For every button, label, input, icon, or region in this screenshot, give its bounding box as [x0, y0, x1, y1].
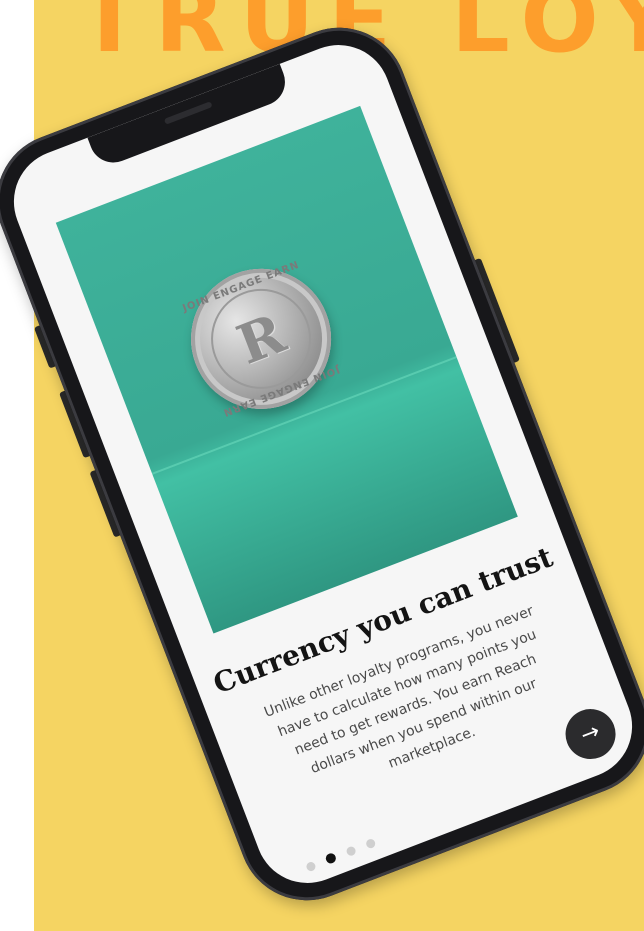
- arrow-right-icon: →: [577, 718, 604, 749]
- coin-icon: JOIN ENGAGE EARN R JOIN ENGAGE EARN: [170, 248, 352, 430]
- page: TRUE LOY JOIN ENGAGE EARN R JOIN ENGAGE …: [0, 0, 644, 931]
- pager-dot[interactable]: [364, 837, 377, 849]
- next-button[interactable]: →: [558, 701, 623, 767]
- card-description: Unlike other loyalty programs, you never…: [262, 603, 539, 777]
- pager-dot[interactable]: [345, 844, 357, 857]
- speaker-grille: [163, 101, 213, 125]
- pager-dot[interactable]: [304, 860, 317, 872]
- pager-dots: [304, 837, 377, 872]
- pager-dot[interactable]: [324, 851, 338, 865]
